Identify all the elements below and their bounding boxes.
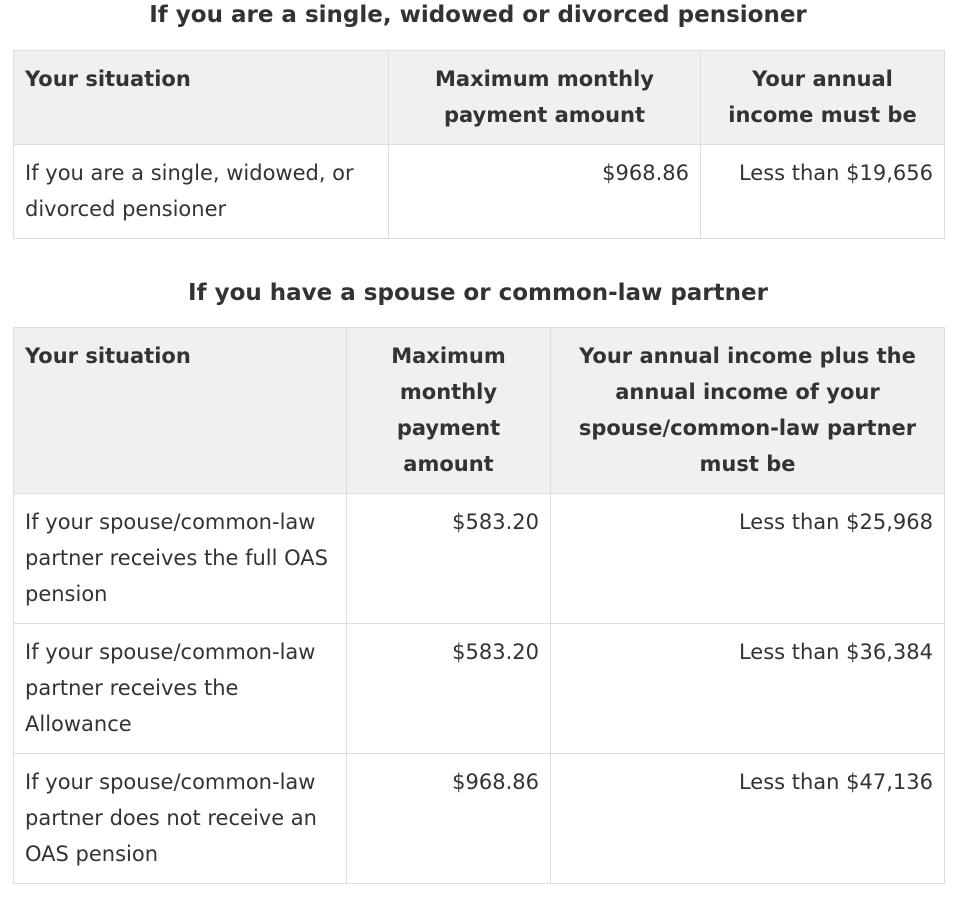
situation-cell: If your spouse/common-law partner does n… <box>13 753 347 884</box>
table-row: If you are a single, widowed, or divorce… <box>13 144 945 239</box>
single-pensioner-table: Your situation Maximum monthly payment a… <box>13 50 945 239</box>
income-cell: Less than $36,384 <box>550 623 945 754</box>
situation-cell: If your spouse/common-law partner receiv… <box>13 623 347 754</box>
income-cell: Less than $19,656 <box>700 144 945 239</box>
payment-cell: $968.86 <box>346 753 551 884</box>
table-row: If your spouse/common-law partner does n… <box>13 753 945 884</box>
table-header-row: Your situation Maximum monthly payment a… <box>13 50 945 145</box>
column-header-combined-income: Your annual income plus the annual incom… <box>550 327 945 494</box>
column-header-income: Your annual income must be <box>700 50 945 145</box>
payment-cell: $968.86 <box>388 144 701 239</box>
column-header-max-payment: Maximum monthly payment amount <box>346 327 551 494</box>
payment-cell: $583.20 <box>346 623 551 754</box>
payment-cell: $583.20 <box>346 493 551 624</box>
table1-caption: If you are a single, widowed or divorced… <box>149 2 807 28</box>
table-row: If your spouse/common-law partner receiv… <box>13 493 945 624</box>
income-cell: Less than $25,968 <box>550 493 945 624</box>
table-header-row: Your situation Maximum monthly payment a… <box>13 327 945 494</box>
column-header-situation: Your situation <box>13 50 389 145</box>
column-header-max-payment: Maximum monthly payment amount <box>388 50 701 145</box>
table-row: If your spouse/common-law partner receiv… <box>13 623 945 754</box>
situation-cell: If your spouse/common-law partner receiv… <box>13 493 347 624</box>
table2-caption: If you have a spouse or common-law partn… <box>188 280 768 306</box>
situation-cell: If you are a single, widowed, or divorce… <box>13 144 389 239</box>
column-header-situation: Your situation <box>13 327 347 494</box>
income-cell: Less than $47,136 <box>550 753 945 884</box>
spouse-partner-table: Your situation Maximum monthly payment a… <box>13 327 945 884</box>
